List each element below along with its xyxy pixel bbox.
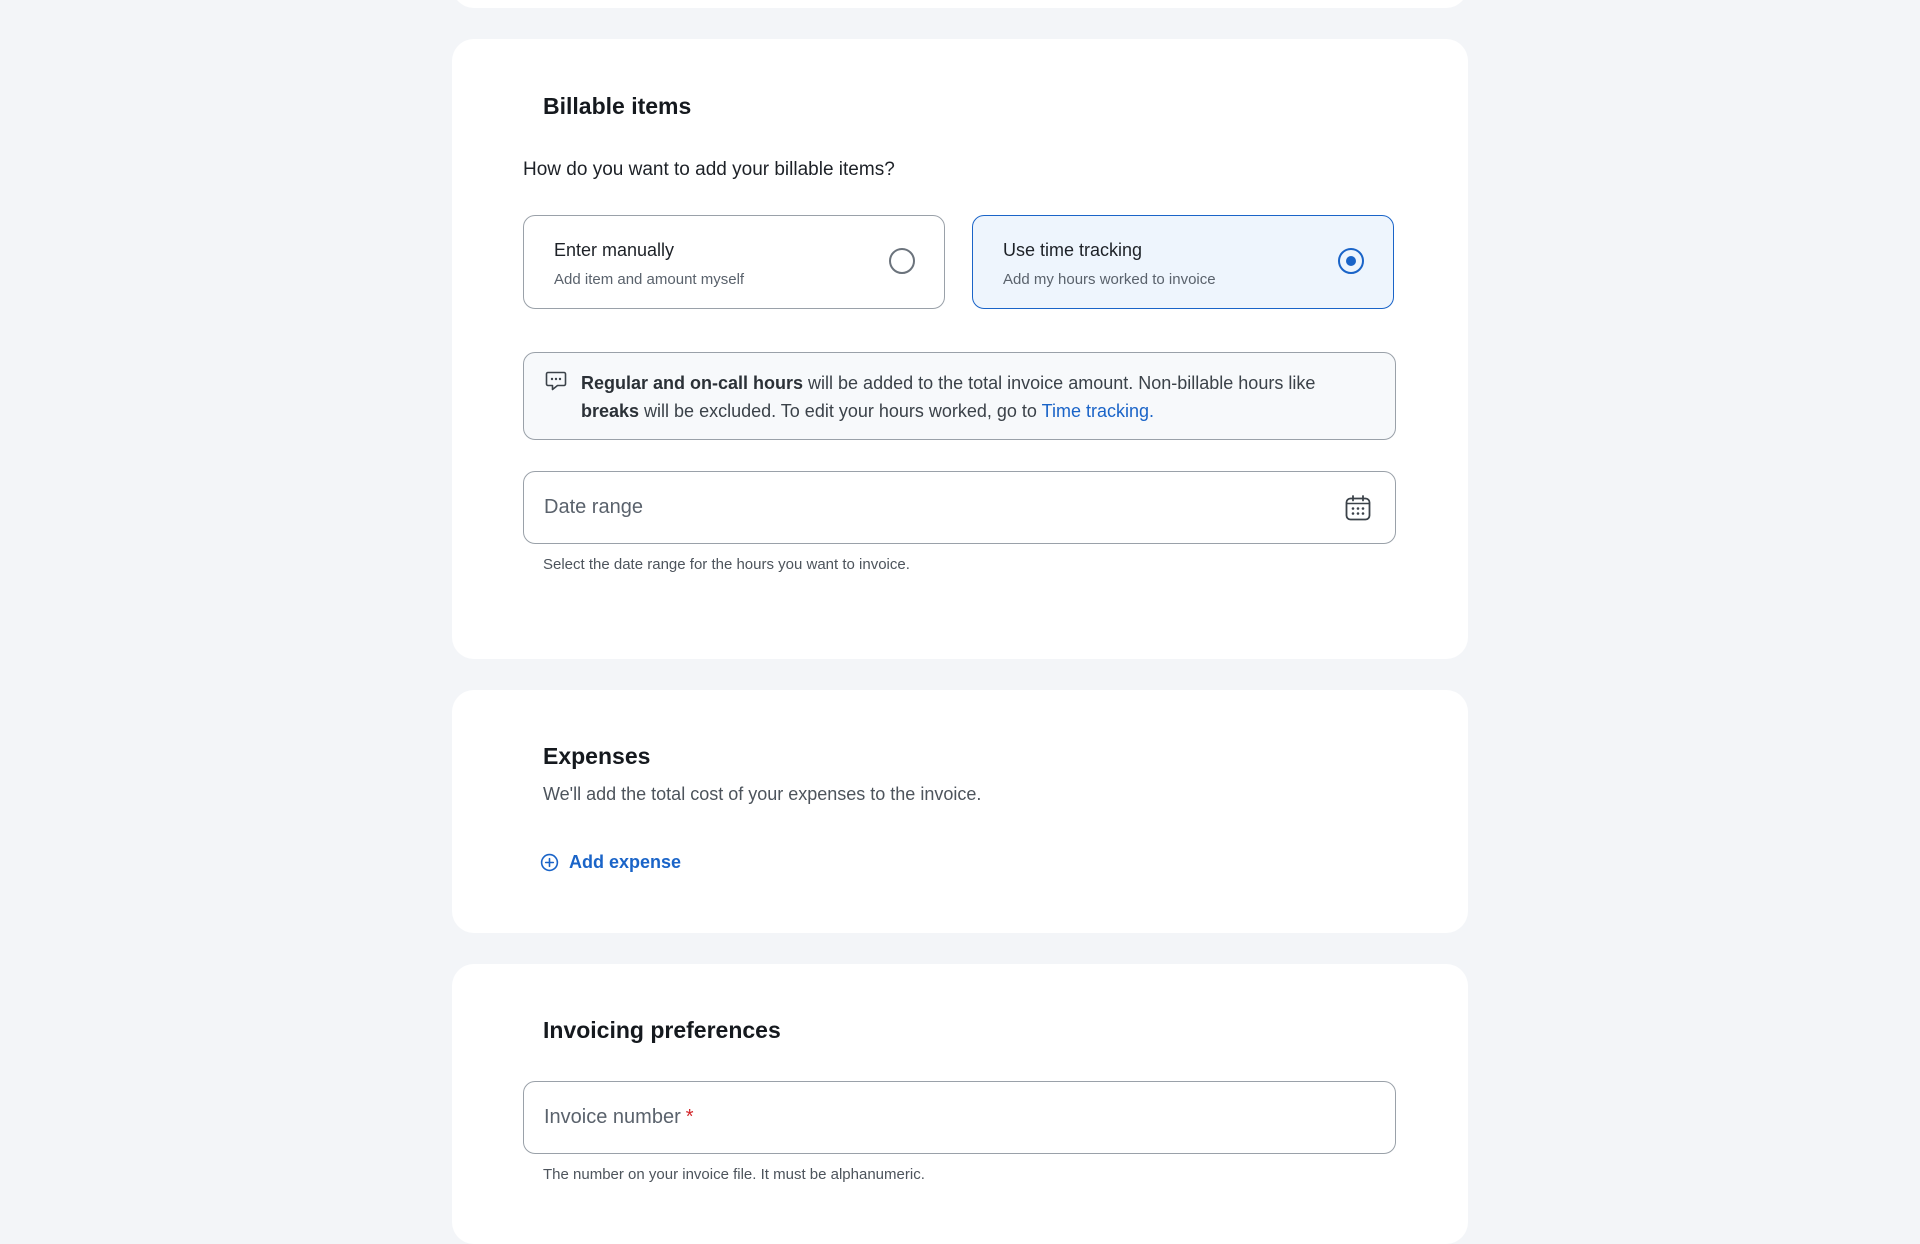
expenses-card: Expenses We'll add the total cost of you… — [452, 690, 1468, 933]
info-text: Regular and on-call hours will be added … — [581, 369, 1371, 425]
invoice-number-field[interactable]: Invoice number * — [523, 1081, 1396, 1154]
option-enter-manually[interactable]: Enter manually Add item and amount mysel… — [523, 215, 945, 309]
add-expense-button[interactable]: Add expense — [540, 848, 681, 876]
date-range-helper: Select the date range for the hours you … — [543, 556, 910, 573]
option-description: Add my hours worked to invoice — [1003, 271, 1216, 288]
radio-use-time-tracking[interactable] — [1338, 248, 1364, 274]
plus-circle-icon — [540, 853, 559, 871]
billable-items-card: Billable items How do you want to add yo… — [452, 39, 1468, 659]
invoice-number-helper: The number on your invoice file. It must… — [543, 1166, 925, 1183]
billable-question: How do you want to add your billable ite… — [523, 159, 895, 180]
previous-section-card — [452, 0, 1468, 8]
chat-bubble-icon — [545, 371, 567, 391]
radio-enter-manually[interactable] — [889, 248, 915, 274]
time-tracking-link[interactable]: Time tracking. — [1042, 401, 1154, 421]
invoicing-preferences-card: Invoicing preferences Invoice number * Th… — [452, 964, 1468, 1244]
expenses-title: Expenses — [543, 743, 651, 769]
info-text-part2: will be excluded. To edit your hours wor… — [639, 401, 1042, 421]
option-use-time-tracking[interactable]: Use time tracking Add my hours worked to… — [972, 215, 1394, 309]
calendar-icon[interactable] — [1343, 493, 1373, 523]
billable-items-title: Billable items — [543, 93, 692, 119]
required-asterisk: * — [685, 1106, 694, 1128]
invoice-number-label: Invoice number * — [544, 1106, 694, 1129]
info-text-part1: will be added to the total invoice amoun… — [803, 373, 1316, 393]
option-title: Enter manually — [554, 240, 675, 260]
expenses-subtitle: We'll add the total cost of your expense… — [543, 784, 982, 804]
invoicing-preferences-title: Invoicing preferences — [543, 1017, 781, 1043]
invoice-number-label-text: Invoice number — [544, 1106, 681, 1128]
date-range-label: Date range — [544, 496, 643, 518]
option-description: Add item and amount myself — [554, 271, 745, 288]
time-tracking-info-banner: Regular and on-call hours will be added … — [523, 352, 1396, 440]
info-bold-hours: Regular and on-call hours — [581, 373, 804, 393]
date-range-field[interactable]: Date range — [523, 471, 1396, 544]
option-title: Use time tracking — [1003, 240, 1143, 260]
info-bold-breaks: breaks — [581, 401, 640, 421]
add-expense-label: Add expense — [569, 851, 682, 872]
